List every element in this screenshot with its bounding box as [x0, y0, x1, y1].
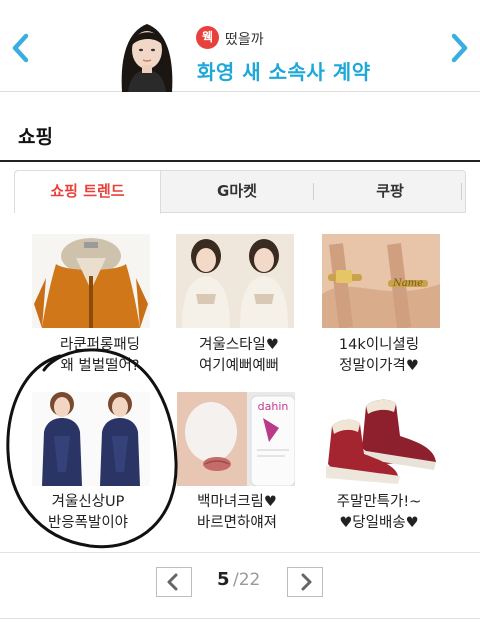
tab-gmarket[interactable]: G마켓	[161, 171, 313, 212]
product-image-winter-new	[32, 392, 150, 486]
product-caption-line2: 바르면하얘져	[196, 515, 278, 531]
product-caption-line2: 여기예뻐예뻐	[198, 358, 280, 374]
section-divider	[0, 160, 480, 162]
banner-teaser: 떴을까	[225, 32, 264, 48]
svg-text:Name: Name	[392, 278, 423, 289]
product-caption-line2: 반응폭발이야	[47, 515, 129, 531]
news-banner[interactable]: 웩 떴을까 화영 새 소속사 계약	[0, 0, 480, 92]
chevron-left-icon[interactable]	[6, 30, 36, 66]
chevron-right-icon	[301, 573, 312, 591]
product-caption-line1: 라쿤퍼롱패딩	[59, 337, 141, 353]
product-caption-line1: 겨울신상UP	[51, 494, 125, 510]
section-title: 쇼핑	[18, 126, 53, 148]
prev-page-button[interactable]	[156, 567, 192, 597]
tab-shopping-trend[interactable]: 쇼핑 트렌드	[15, 171, 161, 214]
product-caption-line1: 백마녀크림♥	[197, 494, 277, 510]
product-caption-line1: 겨울스타일♥	[199, 337, 279, 353]
product-image-white-cream: dahin	[177, 392, 295, 486]
product-caption-line2: 왜 벌벌떨어?	[60, 358, 140, 374]
chevron-left-icon	[167, 573, 178, 591]
current-page: 5	[217, 569, 230, 590]
product-caption-line2: ♥당일배송♥	[339, 515, 419, 531]
tab-coupang[interactable]: 쿠팡	[313, 171, 467, 212]
news-badge: 웩	[196, 26, 219, 49]
product-image-weekend-sale	[322, 392, 440, 486]
product-image-initial-ring: Name	[322, 234, 440, 328]
next-page-button[interactable]	[287, 567, 323, 597]
product-caption-line1: 주말만특가!~	[336, 494, 422, 510]
banner-person-photo	[108, 10, 186, 92]
shopping-tabs: 쇼핑 트렌드 G마켓 쿠팡	[14, 170, 467, 214]
chevron-right-icon[interactable]	[444, 30, 474, 66]
tab-separator	[461, 183, 462, 200]
product-image-padding	[32, 234, 150, 328]
product-caption-line2: 정말이가격♥	[339, 358, 419, 374]
brand-label: dahin	[258, 400, 289, 413]
product-image-winter-style	[176, 234, 294, 328]
footer-divider	[0, 618, 480, 619]
pagination-divider	[0, 552, 480, 553]
total-pages: /22	[233, 570, 261, 590]
product-caption-line1: 14k이니셜링	[338, 337, 420, 353]
banner-headline[interactable]: 화영 새 소속사 계약	[197, 56, 371, 85]
